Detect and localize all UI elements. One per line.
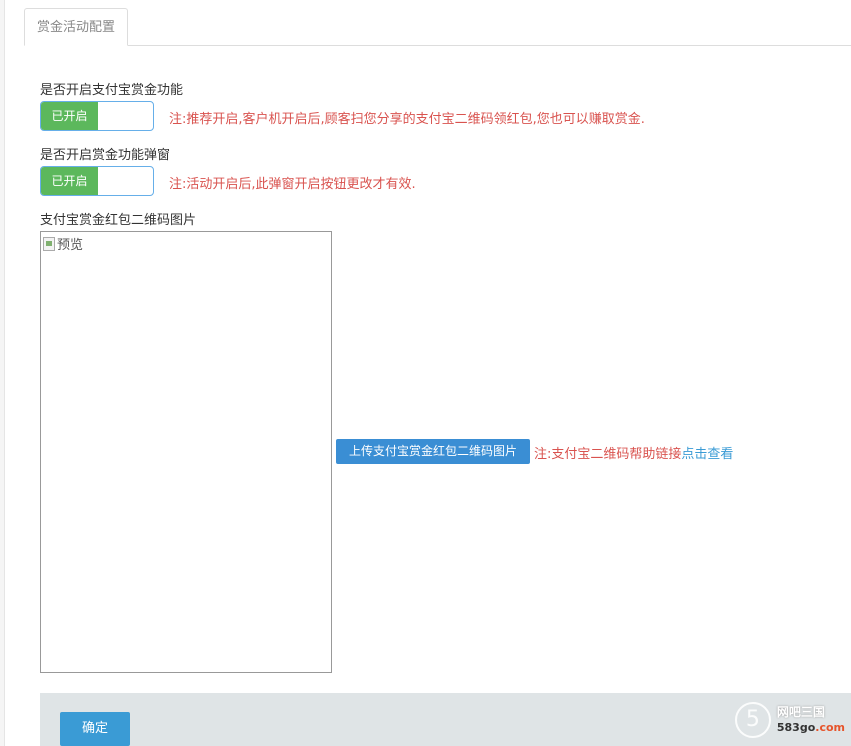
- tab-bar: 赏金活动配置: [24, 0, 851, 46]
- watermark-name: 网吧三国: [776, 705, 825, 719]
- qr-image-label: 支付宝赏金红包二维码图片: [40, 213, 197, 228]
- qr-image-preview: 预览: [40, 231, 332, 673]
- alipay-bounty-switch[interactable]: 已开启: [40, 101, 154, 131]
- bounty-popup-note: 注:活动开启后,此弹窗开启按钮更改才有效.: [169, 177, 416, 192]
- alipay-bounty-note: 注:推荐开启,客户机开启后,顾客扫您分享的支付宝二维码领红包,您也可以赚取赏金.: [169, 112, 645, 127]
- watermark-url: 583go.com: [777, 720, 845, 736]
- bounty-popup-switch-on: 已开启: [41, 167, 98, 195]
- watermark-text: 网吧三国 583go.com: [777, 704, 845, 736]
- watermark-url-main: 583go: [776, 721, 816, 734]
- watermark: 5 网吧三国 583go.com: [734, 702, 845, 738]
- broken-image-icon: [43, 236, 55, 251]
- form-footer: 确定 5 网吧三国 583go.com: [40, 693, 851, 746]
- tab-bounty-config[interactable]: 赏金活动配置: [24, 8, 129, 46]
- upload-help-note: 注:支付宝二维码帮助链接点击查看: [534, 443, 733, 462]
- watermark-logo-icon: 5: [734, 702, 771, 738]
- upload-help-text: 注:支付宝二维码帮助链接: [534, 447, 682, 462]
- watermark-url-suffix: .com: [815, 721, 845, 734]
- help-link[interactable]: 点击查看: [681, 447, 733, 462]
- broken-image-placeholder: 预览: [43, 234, 83, 253]
- left-rail: [0, 0, 5, 746]
- alipay-bounty-label: 是否开启支付宝赏金功能: [40, 83, 184, 98]
- bounty-popup-switch[interactable]: 已开启: [40, 166, 154, 196]
- alipay-bounty-switch-on: 已开启: [41, 102, 98, 130]
- upload-qr-button[interactable]: 上传支付宝赏金红包二维码图片: [336, 439, 530, 464]
- preview-alt-text: 预览: [57, 238, 84, 253]
- confirm-button[interactable]: 确定: [60, 712, 130, 746]
- bounty-popup-label: 是否开启赏金功能弹窗: [40, 148, 171, 163]
